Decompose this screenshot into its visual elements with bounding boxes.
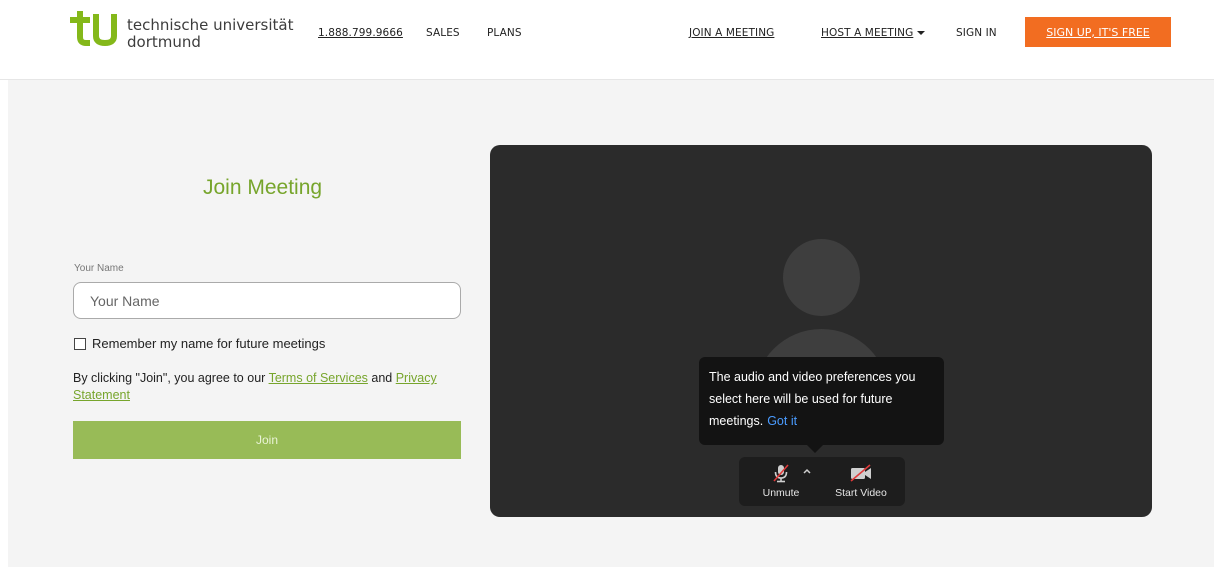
logo-line-1: technische universität — [127, 16, 294, 34]
page-title: Join Meeting — [203, 176, 323, 199]
terms-and: and — [367, 371, 396, 385]
top-navigation: technische universität dortmund 1.888.79… — [0, 0, 1214, 80]
terms-of-services-link[interactable]: Terms of Services — [269, 371, 368, 385]
unmute-label: Unmute — [762, 487, 800, 499]
tu-dortmund-logo[interactable]: technische universität dortmund — [68, 8, 308, 52]
tooltip-arrow — [807, 445, 823, 453]
video-preview: The audio and video preferences you sele… — [490, 145, 1152, 517]
terms-notice: By clicking "Join", you agree to our Ter… — [73, 370, 463, 404]
logo-line-2: dortmund — [127, 33, 201, 51]
nav-host-meeting[interactable]: HOST A MEETING — [821, 27, 926, 39]
join-button[interactable]: Join — [73, 421, 461, 459]
media-controls-bar: Unmute Start Video — [739, 457, 905, 506]
nav-plans[interactable]: PLANS — [487, 27, 522, 39]
nav-host-meeting-label: HOST A MEETING — [821, 27, 914, 39]
logo-wordmark: technische universität dortmund — [127, 17, 294, 51]
caret-down-icon — [917, 31, 926, 35]
phone-link[interactable]: 1.888.799.9666 — [318, 27, 403, 39]
name-field-label: Your Name — [74, 263, 124, 274]
remember-name-label: Remember my name for future meetings — [92, 336, 326, 351]
start-video-button[interactable]: Start Video — [831, 463, 891, 499]
sign-up-button[interactable]: SIGN UP, IT'S FREE — [1025, 17, 1171, 47]
tooltip-text: The audio and video preferences you sele… — [709, 370, 916, 428]
remember-name-checkbox[interactable] — [74, 337, 86, 350]
avatar-placeholder-head — [783, 239, 860, 316]
start-video-label: Start Video — [835, 487, 887, 499]
remember-name-row[interactable]: Remember my name for future meetings — [74, 336, 325, 351]
nav-sign-in[interactable]: SIGN IN — [956, 27, 997, 39]
video-off-icon — [850, 464, 871, 482]
muted-microphone-icon — [773, 464, 789, 483]
nav-join-meeting[interactable]: JOIN A MEETING — [689, 27, 774, 39]
terms-prefix: By clicking "Join", you agree to our — [73, 371, 269, 385]
name-input[interactable] — [73, 282, 461, 319]
nav-sales[interactable]: SALES — [426, 27, 460, 39]
preferences-tooltip: The audio and video preferences you sele… — [699, 357, 944, 445]
chevron-up-icon[interactable] — [802, 467, 812, 475]
tu-logo-icon — [70, 11, 117, 47]
unmute-button[interactable]: Unmute — [759, 463, 803, 499]
got-it-link[interactable]: Got it — [767, 414, 797, 428]
